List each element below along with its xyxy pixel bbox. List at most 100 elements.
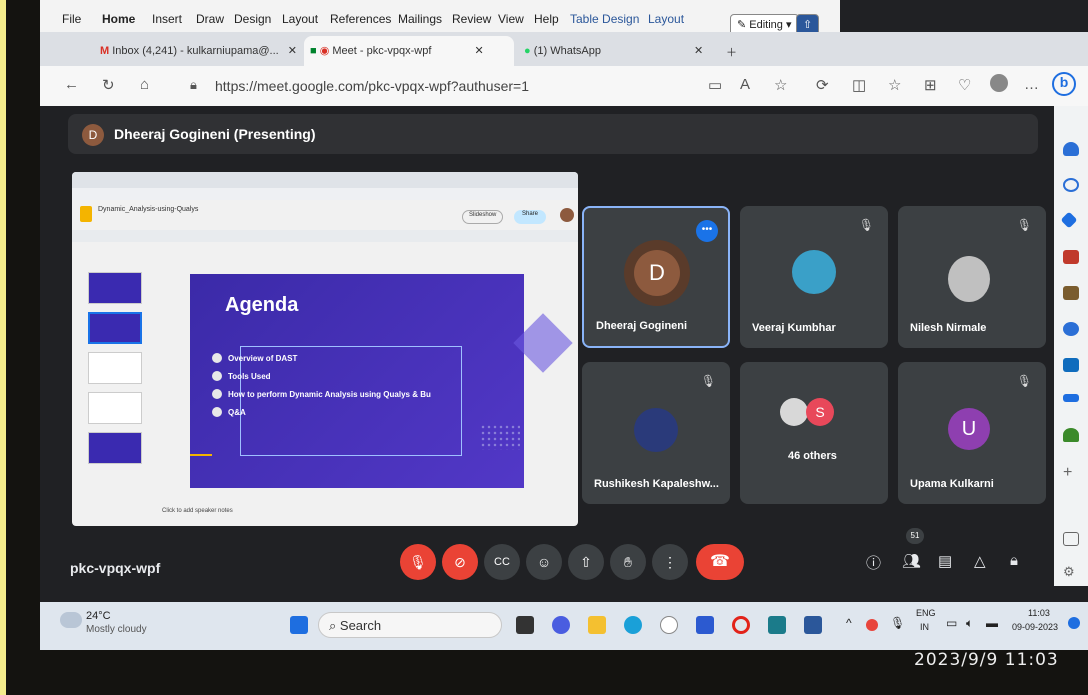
slideshow-button[interactable]: Slideshow xyxy=(462,210,504,224)
menu-view[interactable]: View xyxy=(498,12,524,26)
tab-meet[interactable]: ■ ◉ Meet - pkc-vpqx-wpf ✕ xyxy=(304,36,514,66)
collections-icon[interactable]: ⊞ xyxy=(924,76,937,94)
mic-off-button[interactable]: 🎙︎ xyxy=(400,544,436,580)
taskbar-search[interactable]: ⌕ Search xyxy=(318,612,502,638)
participant-tile[interactable]: 🎙︎ Rushikesh Kapaleshw... xyxy=(582,362,730,504)
volume-icon[interactable]: 🔈︎ xyxy=(966,616,973,631)
shared-screen[interactable]: Dynamic_Analysis-using-Qualys Slideshow … xyxy=(72,172,578,526)
start-button-windows-icon[interactable] xyxy=(290,616,308,634)
clock-date[interactable]: 09-09-2023 xyxy=(1012,622,1058,632)
user-avatar[interactable] xyxy=(560,208,574,222)
slide-canvas[interactable]: Agenda Overview of DAST Tools Used How t… xyxy=(190,274,524,488)
host-controls-lock-icon[interactable]: 🔒︎ xyxy=(1010,552,1018,569)
slide-thumbnail[interactable] xyxy=(88,312,142,344)
region-indicator[interactable]: IN xyxy=(920,622,929,632)
battery-icon[interactable]: ▬ xyxy=(986,616,998,630)
edge-icon[interactable] xyxy=(624,616,642,634)
language-indicator[interactable]: ENG xyxy=(916,608,936,618)
menu-mailings[interactable]: Mailings xyxy=(398,12,442,26)
tray-mic-icon[interactable]: 🎙︎ xyxy=(890,616,905,630)
task-view-icon[interactable] xyxy=(516,616,534,634)
leave-call-button[interactable]: ☎ xyxy=(696,544,744,580)
menu-table-layout[interactable]: Layout xyxy=(648,12,684,26)
new-tab-button[interactable]: ＋ xyxy=(720,36,743,66)
network-icon[interactable]: ▭ xyxy=(946,616,957,630)
games-icon[interactable] xyxy=(1063,286,1079,300)
app-icon[interactable] xyxy=(768,616,786,634)
tray-app-icon[interactable] xyxy=(866,619,878,631)
people-icon[interactable]: 👥︎ xyxy=(902,552,921,570)
menu-table-design[interactable]: Table Design xyxy=(570,12,639,26)
emoji-icon[interactable]: ☺ xyxy=(526,544,562,580)
drop-icon[interactable] xyxy=(1063,394,1079,402)
slide-thumbnail[interactable] xyxy=(88,432,142,464)
camera-off-button[interactable]: ⊘ xyxy=(442,544,478,580)
close-icon[interactable]: ✕ xyxy=(288,45,297,57)
participant-tile[interactable]: S 46 others xyxy=(740,362,888,504)
tree-icon[interactable] xyxy=(1063,428,1079,442)
tab-gmail[interactable]: M Inbox (4,241) - kulkarniupama@... ✕ xyxy=(94,36,297,66)
word-icon[interactable] xyxy=(804,616,822,634)
sidebar-toggle-icon[interactable] xyxy=(1063,532,1079,546)
split-screen-icon[interactable]: ◫ xyxy=(852,76,866,94)
store-icon[interactable] xyxy=(696,616,714,634)
search-icon[interactable] xyxy=(1063,178,1079,192)
menu-design[interactable]: Design xyxy=(234,12,271,26)
favorite-star-icon[interactable]: ☆ xyxy=(774,76,787,94)
raise-hand-icon[interactable]: ✋︎ xyxy=(610,544,646,580)
slide-thumbnail[interactable] xyxy=(88,272,142,304)
activities-icon[interactable]: △ xyxy=(974,552,986,570)
close-icon[interactable]: ✕ xyxy=(474,45,483,57)
camera-icon[interactable]: ▭ xyxy=(708,76,722,94)
menu-home[interactable]: Home xyxy=(102,12,135,26)
chat-icon[interactable]: ▤ xyxy=(938,552,952,570)
menu-file[interactable]: File xyxy=(62,12,81,26)
tag-icon[interactable] xyxy=(1060,211,1078,229)
bing-icon[interactable]: b xyxy=(1052,72,1076,96)
speaker-notes[interactable]: Click to add speaker notes xyxy=(162,508,233,514)
menu-layout[interactable]: Layout xyxy=(282,12,318,26)
close-icon[interactable]: ✕ xyxy=(694,45,703,57)
more-menu-icon[interactable]: … xyxy=(1024,76,1039,93)
menu-help[interactable]: Help xyxy=(534,12,559,26)
notification-bell-icon[interactable] xyxy=(1063,142,1079,156)
home-icon[interactable]: ⌂ xyxy=(140,76,149,93)
read-aloud-icon[interactable]: A xyxy=(740,76,750,93)
file-explorer-icon[interactable] xyxy=(588,616,606,634)
opera-icon[interactable] xyxy=(732,616,750,634)
participant-tile[interactable]: 🎙︎ U Upama Kulkarni xyxy=(898,362,1046,504)
notification-icon[interactable] xyxy=(1068,617,1080,629)
extension-icon[interactable]: ⟳ xyxy=(816,76,829,94)
show-hidden-icons[interactable]: ^ xyxy=(846,616,852,630)
add-icon[interactable]: + xyxy=(1063,465,1079,481)
settings-gear-icon[interactable]: ⚙ xyxy=(1063,564,1079,579)
outlook-icon[interactable] xyxy=(1063,358,1079,372)
favorites-icon[interactable]: ☆ xyxy=(888,76,901,94)
participant-tile[interactable]: 🎙︎ Veeraj Kumbhar xyxy=(740,206,888,348)
participant-tile[interactable]: 🎙︎ Nilesh Nirmale xyxy=(898,206,1046,348)
profile-avatar[interactable] xyxy=(990,74,1008,92)
weather-desc[interactable]: Mostly cloudy xyxy=(86,624,147,635)
teams-chat-icon[interactable] xyxy=(552,616,570,634)
share-slides-button[interactable]: Share xyxy=(514,210,547,224)
menu-draw[interactable]: Draw xyxy=(196,12,224,26)
present-screen-button[interactable]: ⇧ xyxy=(568,544,604,580)
more-options-icon[interactable]: ••• xyxy=(696,220,718,242)
url-field[interactable]: https://meet.google.com/pkc-vpqx-wpf?aut… xyxy=(215,78,529,94)
performance-icon[interactable]: ♡ xyxy=(958,76,971,94)
dell-icon[interactable] xyxy=(660,616,678,634)
clock-time[interactable]: 11:03 xyxy=(1028,608,1050,618)
menu-references[interactable]: References xyxy=(330,12,391,26)
more-options-button[interactable]: ⋮ xyxy=(652,544,688,580)
office-icon[interactable] xyxy=(1063,322,1079,336)
menu-insert[interactable]: Insert xyxy=(152,12,182,26)
refresh-icon[interactable]: ↻ xyxy=(102,76,115,94)
slide-thumbnail[interactable] xyxy=(88,352,142,384)
menu-review[interactable]: Review xyxy=(452,12,491,26)
back-icon[interactable]: ← xyxy=(64,76,79,93)
shopping-icon[interactable] xyxy=(1063,250,1079,264)
slide-thumbnail[interactable] xyxy=(88,392,142,424)
meeting-info-icon[interactable]: ⓘ xyxy=(866,552,881,573)
tab-whatsapp[interactable]: ● (1) WhatsApp ✕ xyxy=(518,36,718,66)
weather-temp[interactable]: 24°C xyxy=(86,610,111,622)
